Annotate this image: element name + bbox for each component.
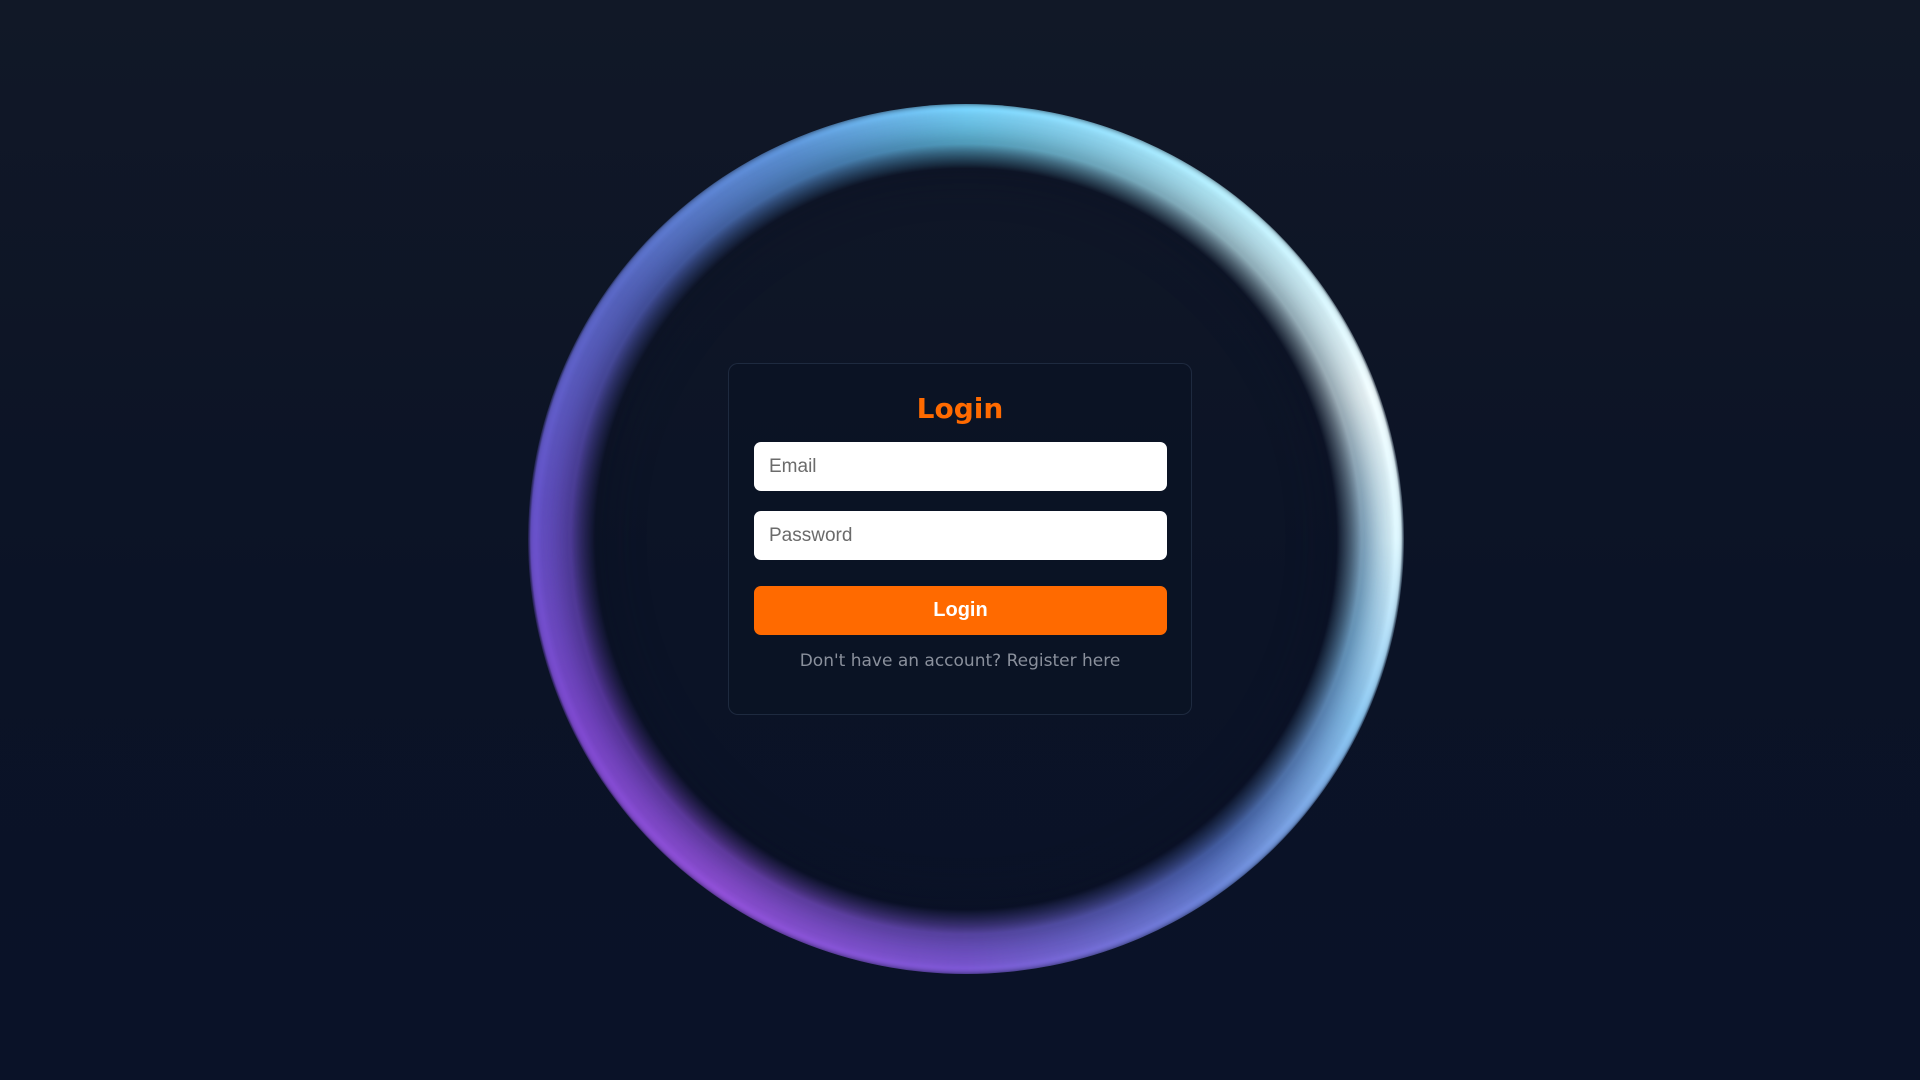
register-prompt: Don't have an account? Register here <box>729 650 1191 672</box>
email-field[interactable] <box>754 442 1167 491</box>
register-prompt-text: Don't have an account? <box>799 651 1002 671</box>
password-field[interactable] <box>754 511 1167 560</box>
login-title: Login <box>916 392 1004 425</box>
register-link[interactable]: Register here <box>1007 651 1121 671</box>
login-card: Login Login Don't have an account? Regis… <box>728 363 1192 715</box>
login-button[interactable]: Login <box>754 586 1167 635</box>
